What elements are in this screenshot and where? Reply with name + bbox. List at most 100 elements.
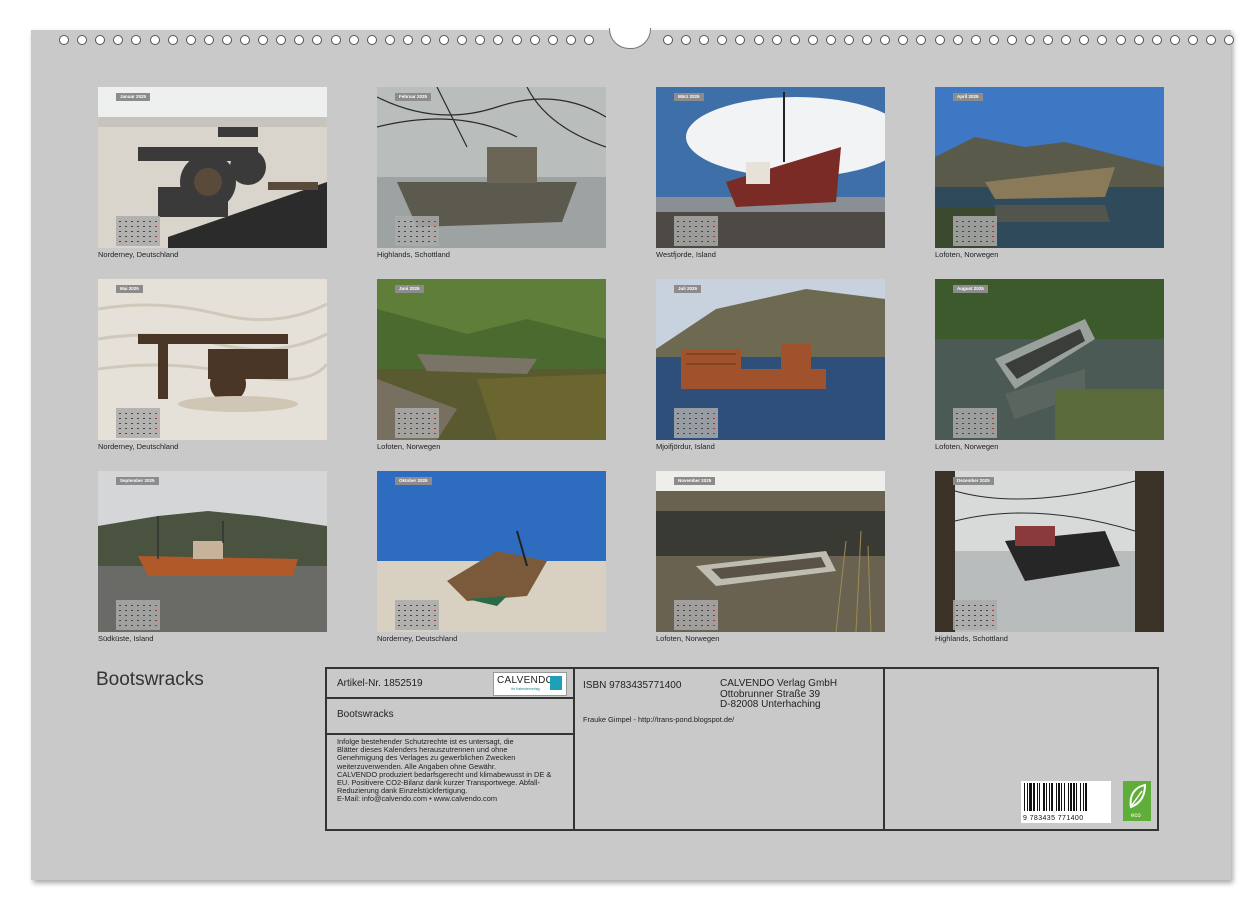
mini-calendar [953, 408, 997, 438]
month-photo: September 2025 [98, 471, 327, 632]
mini-calendar [674, 600, 718, 630]
publisher-line: D-82008 Unterhaching [720, 699, 821, 710]
binding-hole [276, 35, 287, 45]
binding-hole [1151, 35, 1162, 45]
month-tag: April 2025 [953, 93, 983, 101]
binding-hole [970, 35, 981, 45]
month-tag: Oktober 2025 [395, 477, 432, 485]
binding-hole [825, 35, 836, 45]
info-title: Bootswracks [337, 709, 394, 720]
mini-calendar [674, 216, 718, 246]
mini-calendar [395, 216, 439, 246]
calendar-title: Bootswracks [96, 669, 204, 690]
photo-caption: Lofoten, Norwegen [935, 442, 999, 451]
month-photo: Mai 2025 [98, 279, 327, 440]
binding-hole [240, 35, 250, 45]
binding-hole [934, 35, 945, 45]
binding-hole [221, 35, 232, 45]
month-photo: April 2025 [935, 87, 1164, 248]
binding-hole [1079, 35, 1090, 45]
binding-hole [1206, 35, 1216, 45]
binding-hole [330, 35, 341, 45]
binding-hole [1133, 35, 1144, 45]
binding-hole [988, 35, 999, 45]
article-number: Artikel-Nr. 1852519 [337, 678, 423, 689]
photo-caption: Westfjorde, Island [656, 250, 716, 259]
binding-hole [113, 35, 124, 45]
binding-hole [95, 35, 106, 45]
binding-hole [77, 35, 88, 45]
isbn: ISBN 9783435771400 [583, 680, 682, 691]
binding-hole [699, 35, 710, 45]
photo-caption: Lofoten, Norwegen [377, 442, 441, 451]
photo-caption: Highlands, Schottland [935, 634, 1008, 643]
eco-badge: eco [1123, 781, 1151, 821]
binding-hole [294, 35, 305, 45]
info-column-left: Artikel-Nr. 1852519 CALVENDO Ihr Kalende… [327, 669, 575, 829]
binding-hole [1025, 35, 1035, 45]
mini-calendar [116, 600, 160, 630]
binding-hole [1169, 35, 1180, 45]
binding-hole [475, 35, 486, 45]
article-row: Artikel-Nr. 1852519 CALVENDO Ihr Kalende… [327, 669, 573, 699]
author-credit: Frauke Gimpel - http://trans-pond.blogsp… [583, 715, 735, 724]
photo-caption: Mjoifjördur, Island [656, 442, 715, 451]
binding-hole [421, 35, 431, 45]
month-tag: Januar 2025 [116, 93, 151, 101]
month-photo: März 2025 [656, 87, 885, 248]
publisher-address: CALVENDO Verlag GmbH Ottobrunner Straße … [720, 678, 838, 711]
month-photo: Januar 2025 [98, 87, 327, 248]
binding-hole [807, 35, 818, 45]
binding-hole [735, 35, 746, 45]
mini-calendar [674, 408, 718, 438]
month-photo: August 2025 [935, 279, 1164, 440]
publisher-line: CALVENDO Verlag GmbH [720, 678, 838, 689]
leaf-icon [1129, 783, 1147, 809]
binding-hole [1097, 35, 1108, 45]
month-photo: Dezember 2025 [935, 471, 1164, 632]
logo-subline: Ihr Kalenderverlag [511, 687, 540, 691]
month-photo: Juli 2025 [656, 279, 885, 440]
month-photo: Juni 2025 [377, 279, 606, 440]
month-tag: Juni 2025 [395, 285, 424, 293]
binding-hole [149, 35, 160, 45]
mini-calendar [395, 600, 439, 630]
binding-hole [952, 35, 963, 45]
binding-hole [844, 35, 854, 45]
binding-hole [1061, 35, 1072, 45]
binding-hole [771, 35, 782, 45]
barcode-bars [1024, 783, 1087, 811]
binding-hole [547, 35, 558, 45]
binding-hole [203, 35, 214, 45]
photo-caption: Lofoten, Norwegen [935, 250, 999, 259]
binding-hole [583, 35, 594, 45]
binding-hole [131, 35, 142, 45]
binding-hole [457, 35, 468, 45]
month-tag: September 2025 [116, 477, 159, 485]
binding-hole [1006, 35, 1017, 45]
month-photo: Oktober 2025 [377, 471, 606, 632]
binding-hole [681, 35, 692, 45]
barcode-digits: 9 783435 771400 [1023, 815, 1084, 822]
binding-hole [59, 35, 69, 45]
info-box: Artikel-Nr. 1852519 CALVENDO Ihr Kalende… [325, 667, 1159, 831]
photo-caption: Norderney, Deutschland [377, 634, 458, 643]
binding-hole [167, 35, 178, 45]
binding-hole [789, 35, 800, 45]
binding-hole [348, 35, 359, 45]
photo-caption: Lofoten, Norwegen [656, 634, 720, 643]
barcode: 9 783435 771400 [1021, 781, 1111, 823]
calendar-back-page: Januar 2025 Norderney, Deutschland Februa… [31, 28, 1235, 880]
binding-hole [1115, 35, 1126, 45]
month-tag: Juli 2025 [674, 285, 702, 293]
binding-hole [402, 35, 413, 45]
binding-hole [312, 35, 323, 45]
binding-hole [529, 35, 540, 45]
binding-hole [753, 35, 764, 45]
photo-caption: Norderney, Deutschland [98, 442, 179, 451]
info-column-middle: ISBN 9783435771400 CALVENDO Verlag GmbH … [573, 669, 885, 829]
binding-hole [862, 35, 873, 45]
binding-hole [384, 35, 395, 45]
binding-hole [1187, 35, 1198, 45]
binding-hole [717, 35, 728, 45]
